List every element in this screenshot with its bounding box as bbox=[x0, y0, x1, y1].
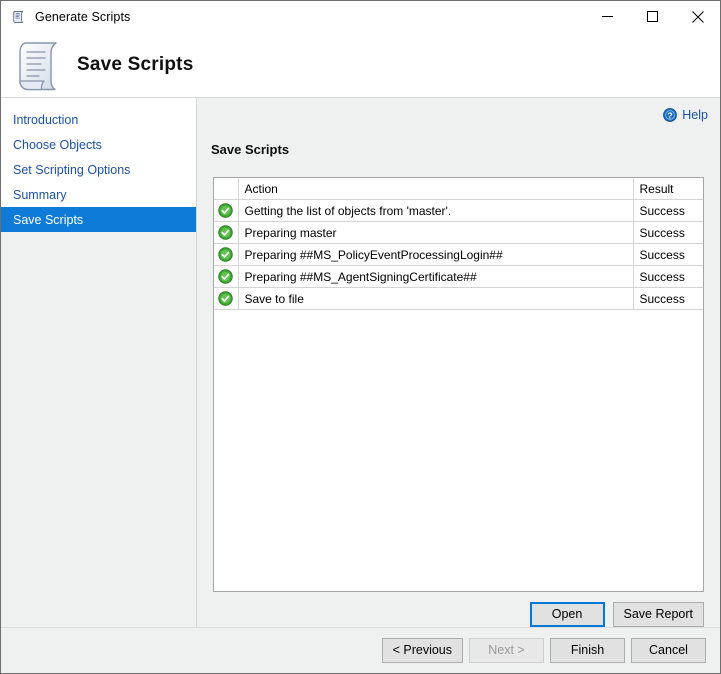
success-check-icon bbox=[218, 203, 233, 218]
actions-table-body: Getting the list of objects from 'master… bbox=[214, 200, 703, 310]
sidebar-item-label: Summary bbox=[13, 188, 66, 202]
status-icon-cell bbox=[214, 288, 238, 310]
content-action-buttons: Open Save Report bbox=[197, 592, 720, 627]
window-controls bbox=[585, 1, 720, 32]
wizard-sidebar: Introduction Choose Objects Set Scriptin… bbox=[1, 98, 197, 627]
script-scroll-icon bbox=[13, 37, 65, 93]
wizard-footer: < Previous Next > Finish Cancel bbox=[1, 627, 720, 673]
success-check-icon bbox=[218, 291, 233, 306]
page-banner: Save Scripts bbox=[1, 32, 720, 98]
sidebar-item-label: Save Scripts bbox=[13, 213, 83, 227]
page-title: Save Scripts bbox=[77, 54, 193, 76]
status-icon-cell bbox=[214, 244, 238, 266]
sidebar-item-label: Introduction bbox=[13, 113, 78, 127]
sidebar-item-save-scripts[interactable]: Save Scripts bbox=[1, 207, 196, 232]
table-row[interactable]: Preparing ##MS_PolicyEventProcessingLogi… bbox=[214, 244, 703, 266]
column-header-status bbox=[214, 178, 238, 200]
sidebar-item-introduction[interactable]: Introduction bbox=[1, 107, 196, 132]
table-row[interactable]: Preparing master Success bbox=[214, 222, 703, 244]
help-label: Help bbox=[682, 108, 708, 122]
cell-action: Preparing ##MS_AgentSigningCertificate## bbox=[238, 266, 633, 288]
sidebar-item-set-scripting-options[interactable]: Set Scripting Options bbox=[1, 157, 196, 182]
script-scroll-icon bbox=[11, 9, 27, 25]
next-button: Next > bbox=[469, 638, 544, 663]
actions-table-container: Action Result bbox=[213, 177, 704, 592]
window-title: Generate Scripts bbox=[35, 10, 130, 24]
title-bar: Generate Scripts bbox=[1, 1, 720, 32]
actions-table: Action Result bbox=[214, 178, 703, 310]
save-report-button[interactable]: Save Report bbox=[613, 602, 704, 627]
cell-result: Success bbox=[633, 266, 703, 288]
minimize-button[interactable] bbox=[585, 1, 630, 32]
status-icon-cell bbox=[214, 200, 238, 222]
cell-action: Getting the list of objects from 'master… bbox=[238, 200, 633, 222]
table-row[interactable]: Preparing ##MS_AgentSigningCertificate##… bbox=[214, 266, 703, 288]
generate-scripts-window: Generate Scripts bbox=[0, 0, 721, 674]
table-header-row: Action Result bbox=[214, 178, 703, 200]
finish-button[interactable]: Finish bbox=[550, 638, 625, 663]
cell-action: Preparing master bbox=[238, 222, 633, 244]
help-row: ? Help bbox=[197, 98, 720, 126]
table-row[interactable]: Save to file Success bbox=[214, 288, 703, 310]
sidebar-item-label: Choose Objects bbox=[13, 138, 102, 152]
sidebar-item-choose-objects[interactable]: Choose Objects bbox=[1, 132, 196, 157]
success-check-icon bbox=[218, 225, 233, 240]
table-row[interactable]: Getting the list of objects from 'master… bbox=[214, 200, 703, 222]
wizard-steps: Introduction Choose Objects Set Scriptin… bbox=[1, 98, 196, 232]
cell-result: Success bbox=[633, 244, 703, 266]
content-panel: ? Help Save Scripts Action bbox=[197, 98, 720, 627]
close-button[interactable] bbox=[675, 1, 720, 32]
body-area: Introduction Choose Objects Set Scriptin… bbox=[1, 98, 720, 627]
svg-text:?: ? bbox=[668, 110, 673, 120]
content-heading: Save Scripts bbox=[211, 142, 720, 157]
cancel-button[interactable]: Cancel bbox=[631, 638, 706, 663]
success-check-icon bbox=[218, 247, 233, 262]
column-header-result: Result bbox=[633, 178, 703, 200]
column-header-action: Action bbox=[238, 178, 633, 200]
open-button[interactable]: Open bbox=[530, 602, 605, 627]
success-check-icon bbox=[218, 269, 233, 284]
help-question-icon: ? bbox=[663, 108, 677, 122]
sidebar-item-label: Set Scripting Options bbox=[13, 163, 130, 177]
previous-button[interactable]: < Previous bbox=[382, 638, 463, 663]
status-icon-cell bbox=[214, 266, 238, 288]
cell-result: Success bbox=[633, 200, 703, 222]
cell-result: Success bbox=[633, 288, 703, 310]
cell-action: Save to file bbox=[238, 288, 633, 310]
cell-result: Success bbox=[633, 222, 703, 244]
status-icon-cell bbox=[214, 222, 238, 244]
help-link[interactable]: ? Help bbox=[663, 108, 708, 122]
cell-action: Preparing ##MS_PolicyEventProcessingLogi… bbox=[238, 244, 633, 266]
sidebar-item-summary[interactable]: Summary bbox=[1, 182, 196, 207]
maximize-button[interactable] bbox=[630, 1, 675, 32]
